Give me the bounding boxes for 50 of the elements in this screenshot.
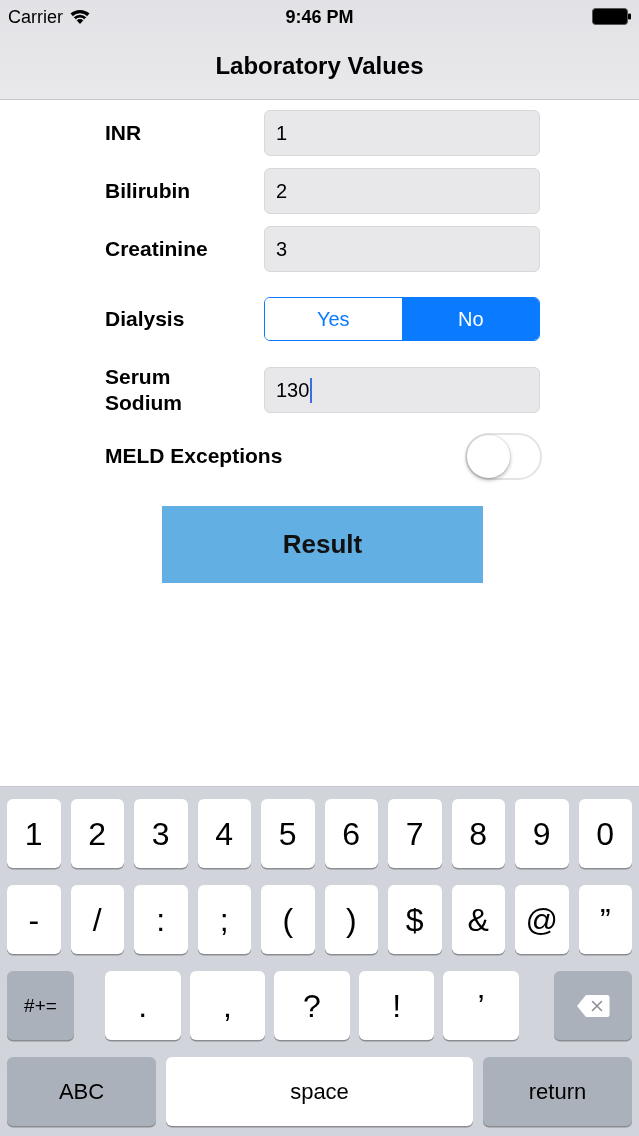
keyboard-key[interactable]: ) bbox=[324, 885, 378, 954]
keyboard-key[interactable]: ’ bbox=[443, 971, 519, 1040]
field-label: Serum Sodium bbox=[105, 363, 183, 416]
keyboard-key[interactable]: & bbox=[451, 885, 505, 954]
keyboard-key[interactable]: ; bbox=[197, 885, 251, 954]
keyboard-key[interactable]: @ bbox=[515, 885, 569, 954]
segment-option[interactable]: No bbox=[401, 298, 539, 340]
keyboard-key[interactable]: , bbox=[189, 971, 266, 1040]
segmented-control[interactable]: Yes No bbox=[264, 297, 540, 341]
field-label: Creatinine bbox=[105, 235, 209, 262]
field-label: Bilirubin bbox=[105, 177, 192, 204]
keyboard-key[interactable]: 4 bbox=[197, 799, 251, 868]
space-key[interactable]: space bbox=[166, 1057, 473, 1126]
screen-title: Laboratory Values bbox=[215, 53, 424, 78]
keyboard-key[interactable]: 2 bbox=[70, 799, 124, 868]
keyboard-key[interactable]: / bbox=[70, 885, 124, 954]
keyboard-key[interactable]: 3 bbox=[134, 799, 188, 868]
field-label: MELD Exceptions bbox=[105, 443, 283, 470]
carrier-name: Carrier bbox=[8, 7, 63, 26]
keyboard-key[interactable]: 5 bbox=[261, 799, 315, 868]
input-field[interactable]: 3 bbox=[264, 226, 540, 272]
keyboard-key[interactable]: ” bbox=[578, 885, 632, 954]
keyboard-key[interactable]: 7 bbox=[388, 799, 442, 868]
keyboard-key[interactable]: 9 bbox=[515, 799, 569, 868]
battery-icon bbox=[592, 8, 631, 25]
field-label: Dialysis bbox=[105, 305, 186, 332]
status-time: 9:46 PM bbox=[285, 7, 354, 26]
toggle-switch[interactable] bbox=[465, 433, 542, 480]
wifi-icon bbox=[70, 9, 90, 24]
delete-key[interactable] bbox=[554, 971, 632, 1040]
keyboard-key[interactable]: $ bbox=[388, 885, 442, 954]
input-field[interactable]: 2 bbox=[264, 168, 540, 214]
field-label: INR bbox=[105, 119, 143, 146]
input-field[interactable]: 1 bbox=[264, 110, 540, 156]
keyboard-key[interactable]: 0 bbox=[578, 799, 632, 868]
keyboard-key[interactable]: . bbox=[105, 971, 181, 1040]
keyboard-key[interactable]: - bbox=[7, 885, 61, 954]
keyboard-key[interactable]: ABC bbox=[7, 1057, 156, 1126]
keyboard-key[interactable]: ? bbox=[274, 971, 350, 1040]
backspace-icon bbox=[576, 993, 610, 1018]
keyboard-key[interactable]: ! bbox=[358, 971, 435, 1040]
input-field[interactable]: 130 bbox=[264, 367, 540, 413]
keyboard-key[interactable]: 1 bbox=[7, 799, 61, 868]
keyboard-key[interactable]: #+= bbox=[7, 971, 74, 1040]
keyboard-key[interactable]: : bbox=[134, 885, 188, 954]
keyboard-key[interactable]: return bbox=[483, 1057, 632, 1126]
keyboard-key[interactable]: ( bbox=[261, 885, 315, 954]
keyboard-key[interactable]: 8 bbox=[451, 799, 505, 868]
result-button[interactable]: Result bbox=[162, 506, 483, 583]
keyboard-key[interactable]: 6 bbox=[324, 799, 378, 868]
